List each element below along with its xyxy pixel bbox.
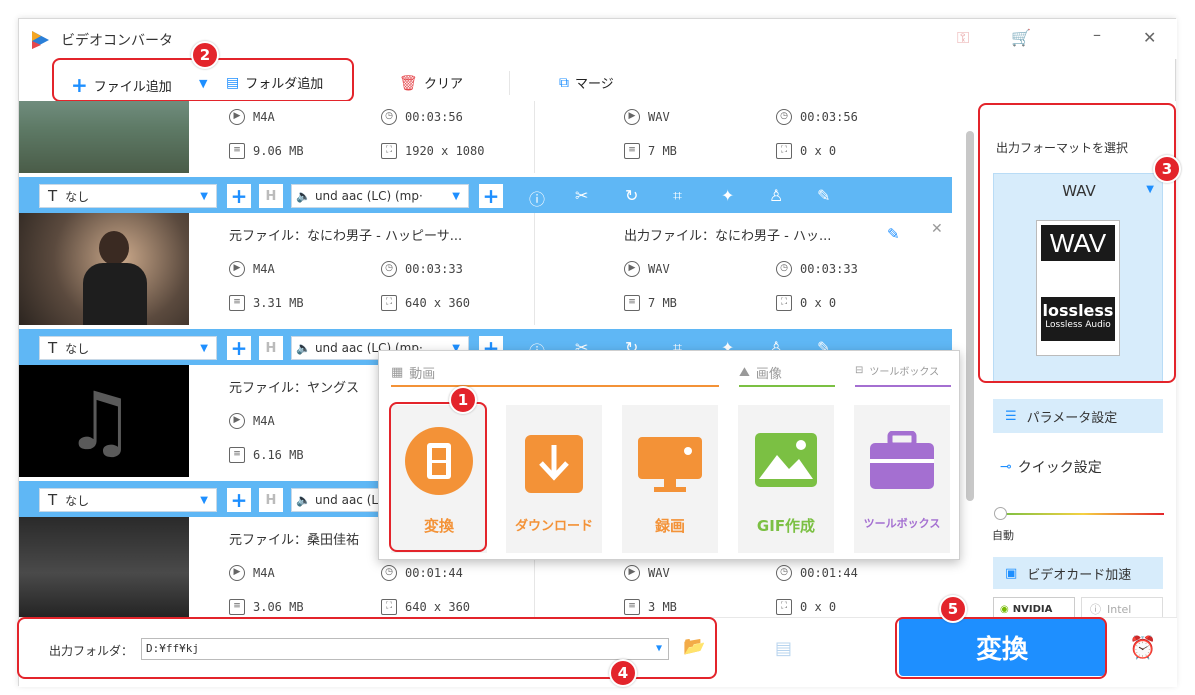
subtitle-edit-icon[interactable]: ✎ xyxy=(817,186,830,205)
play-format-icon: ▶ xyxy=(229,109,245,125)
gpu-acceleration-button[interactable]: ▣ ビデオカード加速 xyxy=(993,557,1163,589)
list-item[interactable]: ▶ M4A ◷ 00:03:56 ≡ 9.06 MB ⛶ 1920 x 1080 ▶ WA… xyxy=(19,101,952,173)
output-file-name: なにわ男子 - ハッ... xyxy=(715,229,832,244)
quick-slider-icon: ⊸ xyxy=(1000,459,1012,475)
step-badge-1: 1 xyxy=(449,386,477,414)
quick-settings-label: ⊸ クイック設定 xyxy=(1000,459,1102,476)
minimize-button[interactable]: – xyxy=(1093,25,1101,44)
step-badge-5: 5 xyxy=(939,595,967,623)
toolbox-tile[interactable]: ツールボックス xyxy=(854,405,950,553)
rename-pencil-icon[interactable]: ✎ xyxy=(887,225,900,243)
video-thumbnail xyxy=(19,101,189,173)
auto-label: 自動 xyxy=(992,529,1014,542)
download-icon xyxy=(525,435,583,493)
subtitle-select[interactable]: T なし ▼ xyxy=(39,336,217,360)
edit-bar: Tなし▼ + H 🔈und aac (LC) (mp·▼ + ⓘ ✂ ↻ ⌗ ✦… xyxy=(19,177,952,213)
hevc-icon[interactable]: H xyxy=(259,488,283,512)
step-badge-3: 3 xyxy=(1153,155,1181,183)
resolution-icon: ⛶ xyxy=(381,143,397,159)
watermark-icon[interactable]: ♙ xyxy=(769,186,783,205)
download-tile[interactable]: ダウンロード xyxy=(506,405,602,553)
intel-logo-icon: ⓘ xyxy=(1090,603,1101,616)
film-icon: ▦ xyxy=(391,365,404,380)
crop-icon[interactable]: ⌗ xyxy=(673,186,682,206)
merge-output-icon[interactable]: ▤ xyxy=(775,638,792,659)
list-scrollbar[interactable] xyxy=(966,131,974,501)
section-video: ▦ 動画 xyxy=(391,365,436,382)
subtitle-select[interactable]: T なし ▼ xyxy=(39,184,217,208)
app-logo-icon xyxy=(32,31,49,49)
parameter-settings-button[interactable]: ☰ パラメータ設定 xyxy=(993,399,1163,433)
gif-image-icon xyxy=(755,433,817,487)
clock-icon: ◷ xyxy=(381,109,397,125)
file-size-icon: ≡ xyxy=(229,143,245,159)
remove-item-icon[interactable]: ✕ xyxy=(931,221,943,237)
key-icon[interactable]: ⚿ xyxy=(957,28,969,48)
music-note-icon: ♫ xyxy=(64,375,136,468)
audio-track-select[interactable]: 🔈 und aac (LC) (mp· ▼ xyxy=(291,184,469,208)
section-toolbox: ⊟ ツールボックス xyxy=(855,365,940,378)
nvidia-logo-icon: ◉ xyxy=(1000,603,1009,615)
trash-icon: 🗑 xyxy=(399,73,419,92)
merge-button[interactable]: ⧉ マージ xyxy=(559,73,614,93)
merge-icon: ⧉ xyxy=(559,74,569,91)
highlight-format-panel xyxy=(978,103,1176,383)
close-window-button[interactable]: ✕ xyxy=(1143,28,1156,47)
info-icon[interactable]: ⓘ xyxy=(529,186,545,210)
rotate-icon[interactable]: ↻ xyxy=(625,186,638,205)
alarm-clock-icon[interactable]: ⏰ xyxy=(1129,636,1156,661)
record-tile[interactable]: 録画 xyxy=(622,405,718,553)
scissors-icon[interactable]: ✂ xyxy=(575,186,588,205)
clear-label: クリア xyxy=(424,77,464,92)
image-icon: ⛰ xyxy=(739,365,750,380)
gif-maker-tile[interactable]: GIF作成 xyxy=(738,405,834,553)
cart-icon[interactable]: 🛒 xyxy=(1011,28,1031,47)
section-image: ⛰ 画像 xyxy=(739,365,782,382)
add-subtitle-button[interactable]: + xyxy=(227,336,251,360)
effect-wand-icon[interactable]: ✦ xyxy=(721,186,734,205)
source-file-name: ヤングス xyxy=(307,381,360,396)
quality-slider-handle[interactable] xyxy=(994,507,1007,520)
chip-icon: ▣ xyxy=(1005,565,1018,581)
video-thumbnail xyxy=(19,213,189,325)
clear-button[interactable]: 🗑 クリア xyxy=(399,73,464,93)
highlight-convert-button xyxy=(895,617,1107,679)
sliders-icon: ☰ xyxy=(1005,408,1017,424)
step-badge-2: 2 xyxy=(191,41,219,69)
screen-record-icon xyxy=(638,437,702,492)
step-badge-4: 4 xyxy=(609,659,637,687)
source-file-name: なにわ男子 - ハッピーサ... xyxy=(307,229,463,244)
merge-label: マージ xyxy=(575,77,614,92)
source-file-name: 桑田佳祐 xyxy=(307,533,360,548)
list-item[interactable]: 元ファイル：なにわ男子 - ハッピーサ... 出力ファイル：なにわ男子 - ハッ… xyxy=(19,213,952,325)
toolbox-small-icon: ⊟ xyxy=(855,365,864,376)
add-audio-button[interactable]: + xyxy=(479,184,503,208)
toolbox-icon xyxy=(870,431,934,489)
add-subtitle-button[interactable]: + xyxy=(227,184,251,208)
subtitle-select[interactable]: T なし ▼ xyxy=(39,488,217,512)
hevc-icon[interactable]: H xyxy=(259,336,283,360)
add-subtitle-button[interactable]: + xyxy=(227,488,251,512)
hevc-icon[interactable]: H xyxy=(259,184,283,208)
video-thumbnail xyxy=(19,517,189,617)
quality-slider[interactable] xyxy=(1002,513,1164,515)
audio-thumbnail: ♫ xyxy=(19,365,189,477)
app-title: ビデオコンバータ xyxy=(61,33,173,49)
highlight-convert-tile xyxy=(389,402,487,552)
